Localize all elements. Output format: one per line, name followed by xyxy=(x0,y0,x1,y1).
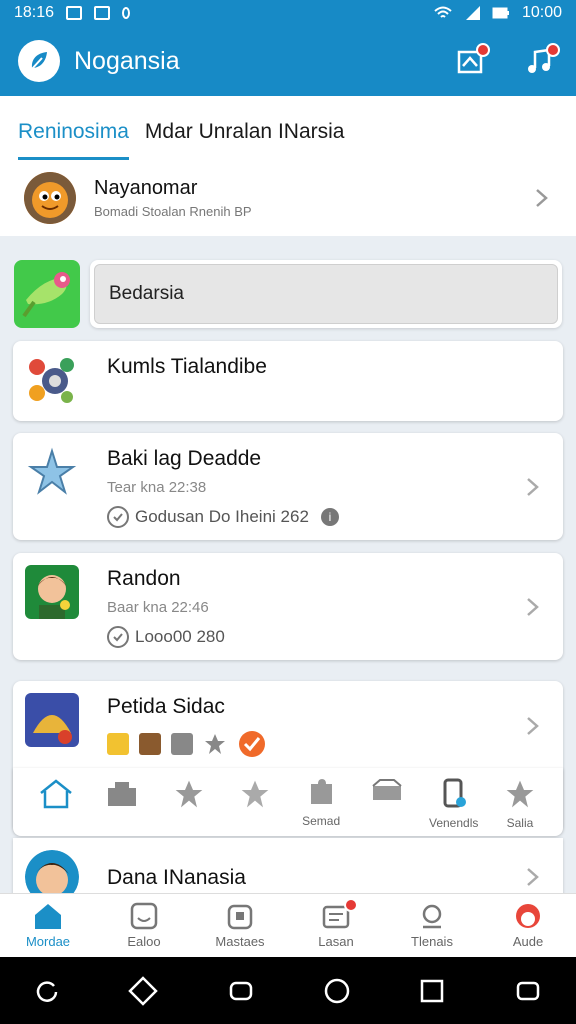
info-icon[interactable]: i xyxy=(320,508,339,526)
card-title: Petida Sidac xyxy=(107,695,225,718)
building-icon xyxy=(108,782,137,806)
card-status-text: Godusan Do Iheini 262 xyxy=(135,507,309,526)
quick-device[interactable]: Venendls xyxy=(425,778,483,830)
quick-building[interactable] xyxy=(93,778,151,830)
gold-icon xyxy=(107,733,129,755)
treasure-thumbnail-icon xyxy=(25,693,79,747)
app-title: Nogansia xyxy=(74,46,180,75)
app-bar: Nogansia xyxy=(0,26,576,96)
list-card[interactable]: Randon Baar kna 22:46 Looo00 280 xyxy=(13,553,563,660)
quick-star[interactable] xyxy=(160,778,218,830)
chevron-right-icon xyxy=(527,597,539,616)
home-icon xyxy=(35,904,61,929)
tools-icon xyxy=(171,733,193,755)
tab-first[interactable]: Reninosima xyxy=(18,120,129,160)
person-thumbnail-icon xyxy=(25,565,79,619)
chevron-right-icon xyxy=(527,717,539,735)
box-icon xyxy=(372,779,403,800)
status-bar: 18:16 10:00 xyxy=(0,0,576,26)
profile-row[interactable]: Nayanomar Bomadi Stoalan Rnenih BP xyxy=(0,160,576,236)
cup-icon xyxy=(422,904,442,929)
status-time: 18:16 xyxy=(14,4,55,21)
star-outline-icon xyxy=(241,780,269,808)
device-icon xyxy=(443,778,466,808)
search-row: Bedarsia xyxy=(14,258,562,330)
check-icon xyxy=(107,506,129,528)
list-card[interactable]: Baki lag Deadde Tear kna 22:38 Godusan D… xyxy=(13,433,563,540)
card-icon-row xyxy=(107,729,521,759)
inbox-button[interactable] xyxy=(452,43,490,79)
notification-icon xyxy=(94,6,111,20)
card-status-text: Looo00 280 xyxy=(135,627,225,646)
nav-item-home[interactable]: Mordae xyxy=(8,902,88,949)
music-button[interactable] xyxy=(522,43,560,79)
app-logo-icon xyxy=(18,40,60,82)
recents-icon[interactable] xyxy=(227,977,255,1005)
back-icon[interactable] xyxy=(128,975,159,1006)
puzzle-icon xyxy=(311,779,333,804)
nav-item-tlenais[interactable]: Tlenais xyxy=(392,902,472,949)
card-title: Kumls Tialandibe xyxy=(107,355,267,378)
gears-thumbnail-icon xyxy=(25,353,79,407)
status-clock: 10:00 xyxy=(521,4,562,21)
nav-item-mastaes[interactable]: Mastaes xyxy=(200,902,280,949)
nav-item-lasan[interactable]: Lasan xyxy=(296,898,376,949)
star-icon xyxy=(506,780,534,808)
quick-star-3[interactable]: Salia xyxy=(491,778,549,830)
star-icon xyxy=(175,780,202,808)
screenshot-icon[interactable] xyxy=(514,977,542,1005)
nav-item-aude[interactable]: Aude xyxy=(488,902,568,949)
nav-item-face[interactable]: Ealoo xyxy=(104,902,184,949)
card-title: Randon xyxy=(107,567,181,590)
check-icon xyxy=(107,626,129,648)
card-title: Dana INanasia xyxy=(107,866,246,889)
profile-name: Nayanomar xyxy=(94,177,198,199)
chevron-right-icon xyxy=(527,868,539,886)
rotate-icon[interactable] xyxy=(34,978,60,1004)
home-icon xyxy=(40,779,72,809)
list-card[interactable]: Kumls Tialandibe xyxy=(13,341,563,421)
badge-check-icon xyxy=(239,731,265,757)
location-icon xyxy=(122,7,131,19)
lock-icon xyxy=(227,904,253,930)
face-icon xyxy=(130,902,158,930)
nav-badge xyxy=(344,898,358,912)
wifi-icon xyxy=(434,6,452,18)
quick-puzzle[interactable]: Semad xyxy=(292,778,350,830)
quick-box[interactable] xyxy=(358,778,416,830)
tab-second[interactable]: Mdar Unralan INarsia xyxy=(145,120,345,160)
image-icon xyxy=(66,6,83,20)
search-input[interactable]: Bedarsia xyxy=(90,260,562,328)
signal-icon xyxy=(465,6,480,20)
battery-icon xyxy=(492,7,509,19)
profile-subtitle: Bomadi Stoalan Rnenih BP xyxy=(94,204,252,219)
quick-star-2[interactable] xyxy=(226,778,284,830)
card-status: Looo00 280 xyxy=(107,626,521,648)
crate-icon xyxy=(139,733,161,755)
card-status: Godusan Do Iheini 262 i xyxy=(107,506,521,528)
square-icon[interactable] xyxy=(419,978,445,1004)
card-time: Baar kna 22:46 xyxy=(107,599,209,616)
card-title: Baki lag Deadde xyxy=(107,447,262,470)
inbox-badge xyxy=(476,43,490,57)
star-icon xyxy=(205,734,225,754)
quick-actions: Semad Venendls Salia xyxy=(13,768,563,836)
home-circle-icon[interactable] xyxy=(323,977,351,1005)
system-navigation xyxy=(0,957,576,1024)
list-card[interactable]: Dana INanasia xyxy=(13,838,563,904)
search-input-value[interactable]: Bedarsia xyxy=(94,264,558,324)
chevron-right-icon xyxy=(536,189,548,207)
tab-bar: Reninosima Mdar Unralan INarsia xyxy=(0,96,576,160)
card-time: Tear kna 22:38 xyxy=(107,479,207,496)
chevron-right-icon xyxy=(527,477,539,496)
avatar xyxy=(24,172,76,224)
bottom-navigation: Mordae Ealoo Mastaes Lasan Tlenais Aude xyxy=(0,893,576,957)
avatar-icon xyxy=(516,904,540,928)
bird-app-icon[interactable] xyxy=(14,260,80,328)
quick-home[interactable] xyxy=(27,778,85,830)
music-badge xyxy=(546,43,560,57)
star-thumbnail-icon xyxy=(25,445,79,499)
